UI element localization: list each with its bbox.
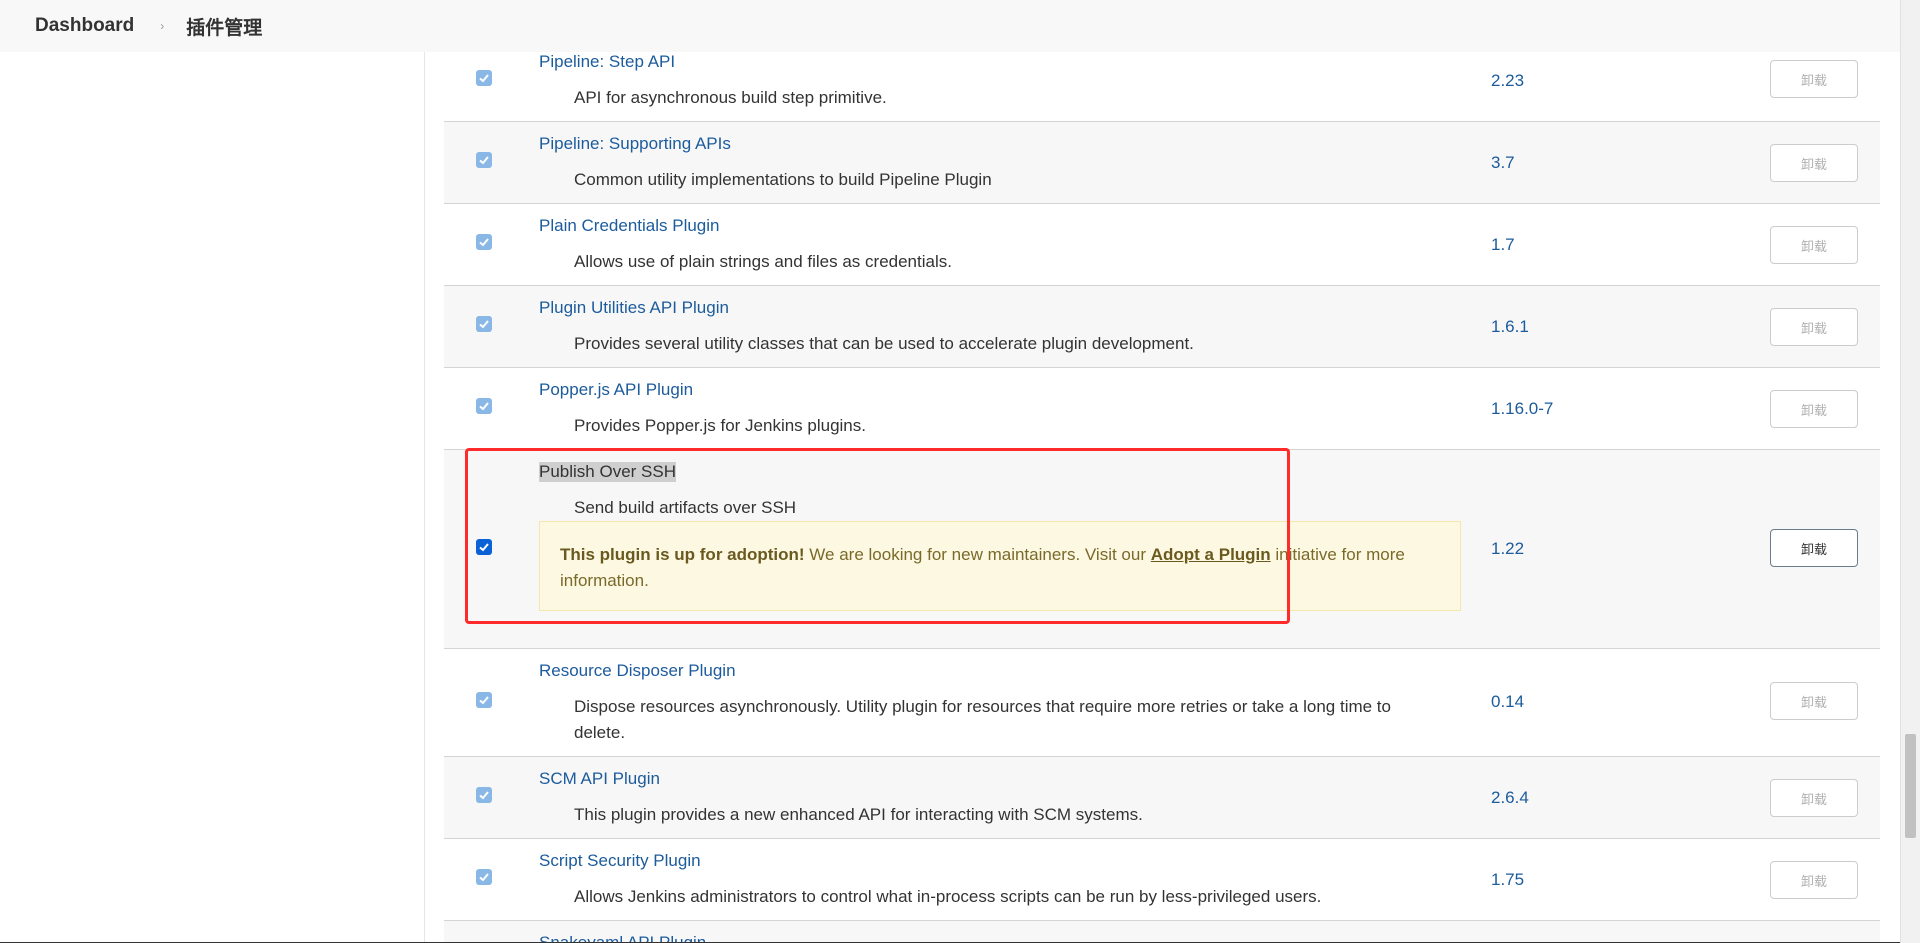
plugin-name-link[interactable]: Plain Credentials Plugin	[539, 216, 720, 236]
breadcrumb-separator-icon: ›	[160, 19, 165, 33]
breadcrumb-dashboard-link[interactable]: Dashboard	[35, 15, 134, 37]
uninstall-button[interactable]: 卸载	[1770, 779, 1858, 817]
plugin-enabled-checkbox[interactable]	[476, 787, 492, 803]
plugin-description: API for asynchronous build step primitiv…	[574, 88, 887, 107]
uninstall-button[interactable]: 卸载	[1770, 682, 1858, 720]
checkmark-icon	[479, 543, 489, 552]
plugin-enabled-checkbox[interactable]	[476, 70, 492, 86]
plugin-enabled-checkbox[interactable]	[476, 398, 492, 414]
plugin-enabled-checkbox[interactable]	[476, 234, 492, 250]
breadcrumb: Dashboard › 插件管理	[0, 0, 1900, 52]
adopt-a-plugin-link[interactable]: Adopt a Plugin	[1151, 545, 1271, 564]
plugin-version-link[interactable]: 1.6.1	[1491, 317, 1529, 337]
uninstall-button[interactable]: 卸载	[1770, 144, 1858, 182]
table-row: Snakeyaml API Plugin	[444, 921, 1880, 943]
plugin-enabled-checkbox[interactable]	[476, 316, 492, 332]
adoption-notice: This plugin is up for adoption! We are l…	[539, 521, 1461, 611]
plugin-version-link[interactable]: 1.16.0-7	[1491, 399, 1553, 419]
uninstall-button[interactable]: 卸载	[1770, 861, 1858, 899]
checkmark-icon	[479, 696, 489, 705]
plugin-name-link[interactable]: Pipeline: Supporting APIs	[539, 134, 731, 154]
plugin-enabled-checkbox[interactable]	[476, 539, 492, 555]
table-row: Pipeline: Supporting APIs Common utility…	[444, 122, 1880, 204]
table-row: Publish Over SSH Send build artifacts ov…	[444, 450, 1880, 649]
plugin-enabled-checkbox[interactable]	[476, 692, 492, 708]
table-row: Popper.js API Plugin Provides Popper.js …	[444, 368, 1880, 450]
plugin-version-link[interactable]: 2.6.4	[1491, 788, 1529, 808]
plugin-name-link[interactable]: SCM API Plugin	[539, 769, 660, 789]
checkmark-icon	[479, 156, 489, 165]
plugin-description: Dispose resources asynchronously. Utilit…	[574, 697, 1391, 742]
plugin-description: Allows Jenkins administrators to control…	[574, 887, 1322, 906]
plugin-version-link[interactable]: 0.14	[1491, 692, 1524, 712]
scrollbar-thumb[interactable]	[1905, 734, 1916, 838]
uninstall-button[interactable]: 卸载	[1770, 60, 1858, 98]
plugin-description: Provides several utility classes that ca…	[574, 334, 1194, 353]
checkmark-icon	[479, 791, 489, 800]
plugin-description: Allows use of plain strings and files as…	[574, 252, 952, 271]
table-row: Resource Disposer Plugin Dispose resourc…	[444, 649, 1880, 757]
adoption-text: We are looking for new maintainers. Visi…	[804, 545, 1151, 564]
plugin-description: Common utility implementations to build …	[574, 170, 992, 189]
plugin-name-link[interactable]: Plugin Utilities API Plugin	[539, 298, 729, 318]
table-row: Pipeline: Step API API for asynchronous …	[444, 52, 1880, 122]
table-row: SCM API Plugin This plugin provides a ne…	[444, 757, 1880, 839]
uninstall-button[interactable]: 卸载	[1770, 529, 1858, 567]
plugin-version-link[interactable]: 1.75	[1491, 870, 1524, 890]
plugin-version-link[interactable]: 1.22	[1491, 539, 1524, 559]
checkmark-icon	[479, 320, 489, 329]
checkmark-icon	[479, 402, 489, 411]
uninstall-button[interactable]: 卸载	[1770, 390, 1858, 428]
checkmark-icon	[479, 74, 489, 83]
plugin-version-link[interactable]: 3.7	[1491, 153, 1515, 173]
checkmark-icon	[479, 238, 489, 247]
plugin-name-link[interactable]: Resource Disposer Plugin	[539, 661, 736, 681]
table-row: Plain Credentials Plugin Allows use of p…	[444, 204, 1880, 286]
plugin-version-link[interactable]: 1.7	[1491, 235, 1515, 255]
plugin-description: Provides Popper.js for Jenkins plugins.	[574, 416, 866, 435]
plugin-enabled-checkbox[interactable]	[476, 152, 492, 168]
adoption-heading: This plugin is up for adoption!	[560, 545, 805, 564]
plugin-manager-page: Dashboard › 插件管理 Pipeline: Step API API …	[0, 0, 1920, 943]
plugin-enabled-checkbox[interactable]	[476, 869, 492, 885]
breadcrumb-current: 插件管理	[186, 17, 263, 39]
plugin-name-link[interactable]: Pipeline: Step API	[539, 52, 675, 72]
table-row: Plugin Utilities API Plugin Provides sev…	[444, 286, 1880, 368]
plugin-description: Send build artifacts over SSH	[574, 498, 797, 517]
vertical-scrollbar[interactable]	[1900, 0, 1920, 943]
uninstall-button[interactable]: 卸载	[1770, 308, 1858, 346]
plugin-description: This plugin provides a new enhanced API …	[574, 805, 1143, 824]
uninstall-button[interactable]: 卸载	[1770, 226, 1858, 264]
table-row: Script Security Plugin Allows Jenkins ad…	[444, 839, 1880, 921]
plugin-name-link[interactable]: Popper.js API Plugin	[539, 380, 693, 400]
side-panel	[0, 52, 425, 943]
plugin-name-link[interactable]: Script Security Plugin	[539, 851, 701, 871]
plugin-version-link[interactable]: 2.23	[1491, 71, 1524, 91]
plugin-name-link[interactable]: Publish Over SSH	[539, 462, 676, 482]
checkmark-icon	[479, 873, 489, 882]
